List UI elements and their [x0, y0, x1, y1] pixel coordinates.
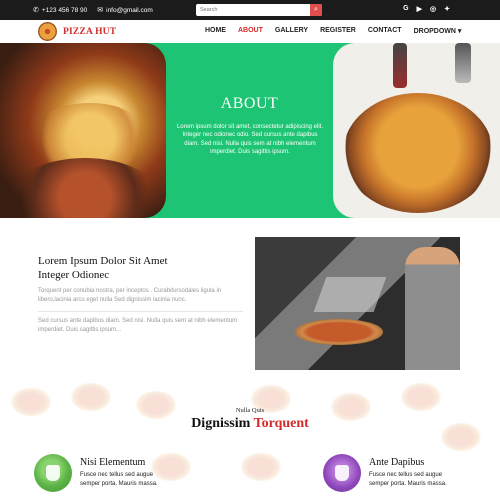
hero-description: Lorem ipsum dolor sit amet, consectetur … [176, 124, 324, 155]
phone-number: +123 456 78 90 [41, 7, 88, 14]
search-button[interactable]: ⌕ [310, 4, 322, 16]
about-heading: Lorem Ipsum Dolor Sit Amet Integer Odion… [38, 254, 238, 282]
feature-card-2: Ante Dapibus Fusce nec tellus sed augue … [323, 454, 454, 492]
divider [38, 311, 243, 312]
mail-icon: ✉ [97, 7, 104, 14]
google-plus-icon[interactable]: G [403, 5, 408, 13]
section-title-accent: Torquent [253, 416, 309, 431]
section-kicker: Nulla Quis [235, 407, 265, 414]
feature-text: Fusce nec tellus sed augue semper porta.… [80, 472, 158, 487]
chef-image [255, 237, 460, 370]
hero-title: ABOUT [220, 95, 279, 112]
hero-banner: ABOUT Lorem ipsum dolor sit amet, consec… [0, 43, 500, 218]
about-heading-line1: Lorem Ipsum Dolor Sit Amet [38, 255, 168, 267]
youtube-icon[interactable]: ▶ [417, 5, 422, 13]
phone-icon: ✆ [33, 7, 39, 14]
social-links: G ▶ ◎ ✦ [403, 5, 450, 13]
nav-item-dropdown[interactable]: DROPDOWN ▾ [414, 27, 462, 35]
site-logo[interactable]: PIZZA HUT [38, 22, 116, 41]
drink-icon [323, 454, 361, 492]
contact-info: ✆ +123 456 78 90 ✉ info@gmail.com [33, 6, 153, 14]
features-section: Nulla Quis Dignissim Torquent Nisi Eleme… [0, 382, 500, 500]
twitter-icon[interactable]: ✦ [444, 5, 450, 13]
cake-icon [34, 454, 72, 492]
feature-card-1: Nisi Elementum Fusce nec tellus sed augu… [34, 454, 165, 492]
email-contact[interactable]: ✉ info@gmail.com [97, 6, 153, 14]
phone-contact[interactable]: ✆ +123 456 78 90 [33, 6, 87, 14]
search-input[interactable] [196, 4, 306, 16]
brand-name: PIZZA HUT [63, 26, 117, 37]
search-icon: ⌕ [314, 6, 318, 13]
nav-menu: HOME ABOUT GALLERY REGISTER CONTACT DROP… [205, 27, 461, 35]
pizza-logo-icon [38, 22, 57, 41]
pizza-pattern [240, 452, 282, 482]
nav-item-register[interactable]: REGISTER [320, 27, 356, 35]
main-navbar: PIZZA HUT HOME ABOUT GALLERY REGISTER CO… [0, 20, 500, 43]
feature-text: Fusce nec tellus sed augue semper porta.… [369, 472, 447, 487]
about-heading-line2: Integer Odionec [38, 269, 110, 281]
top-bar: ✆+123 456 78 90 ✉info@gmail.com ⌕ G ▶ ◎ … [0, 0, 500, 20]
nav-item-home[interactable]: HOME [205, 27, 226, 35]
nav-item-gallery[interactable]: GALLERY [275, 27, 308, 35]
section-title: Dignissim Torquent [0, 416, 500, 432]
about-paragraph-2: Sed cursus ante dapibus diam. Sed nisi. … [38, 318, 238, 333]
section-title-main: Dignissim [191, 416, 254, 431]
instagram-icon[interactable]: ◎ [430, 5, 436, 13]
dropdown-label: DROPDOWN [413, 28, 456, 35]
pizza-table-image [333, 43, 500, 218]
email-address: info@gmail.com [106, 7, 153, 14]
nav-item-about[interactable]: ABOUT [238, 27, 263, 35]
search-box: ⌕ [196, 4, 322, 16]
about-paragraph-1: Torquent per conubia nostra, per incepto… [38, 288, 222, 303]
caret-down-icon: ▾ [457, 28, 462, 35]
feature-title: Nisi Elementum [80, 457, 146, 468]
pizza-slice-image [0, 43, 166, 218]
feature-title: Ante Dapibus [369, 457, 425, 468]
nav-item-contact[interactable]: CONTACT [368, 27, 402, 35]
